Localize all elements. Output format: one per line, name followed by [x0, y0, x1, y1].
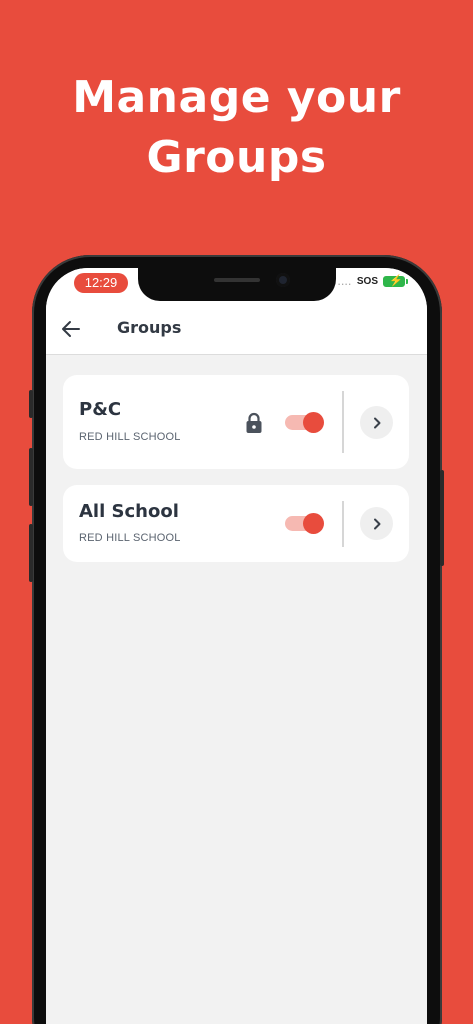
arrow-left-icon: [62, 321, 80, 337]
phone-screen: 12:29 .... SOS ⚡ Groups P&C RED HILL SCH…: [46, 268, 427, 1024]
group-card[interactable]: All School RED HILL SCHOOL: [63, 485, 409, 562]
headline-line-2: Groups: [146, 132, 327, 183]
speaker-grille: [214, 278, 260, 282]
app-bar: Groups: [46, 304, 427, 355]
chevron-right-icon: [373, 417, 380, 428]
headline-line-1: Manage your: [72, 72, 401, 123]
phone-volume-down-button: [29, 524, 33, 582]
front-camera: [276, 273, 290, 287]
battery-charging-icon: ⚡: [383, 275, 408, 287]
group-school: RED HILL SCHOOL: [79, 532, 181, 544]
phone-power-button: [440, 470, 444, 566]
group-enabled-toggle[interactable]: [285, 513, 324, 534]
group-name: All School: [79, 501, 179, 522]
phone-side-button: [29, 390, 33, 418]
group-name: P&C: [79, 399, 122, 420]
promo-headline: Manage your Groups: [0, 68, 473, 188]
group-card[interactable]: P&C RED HILL SCHOOL: [63, 375, 409, 469]
toggle-thumb: [303, 412, 324, 433]
card-divider: [342, 391, 344, 453]
promo-page: Manage your Groups 12:29 .... SOS ⚡ Grou…: [0, 0, 473, 1024]
carrier-label: SOS: [356, 276, 378, 287]
back-button[interactable]: [58, 316, 84, 342]
group-school: RED HILL SCHOOL: [79, 431, 181, 443]
open-group-button[interactable]: [360, 507, 393, 540]
lock-icon: [246, 412, 262, 433]
group-enabled-toggle[interactable]: [285, 412, 324, 433]
open-group-button[interactable]: [360, 406, 393, 439]
toggle-thumb: [303, 513, 324, 534]
phone-volume-up-button: [29, 448, 33, 506]
chevron-right-icon: [373, 518, 380, 529]
status-indicators: .... SOS ⚡: [337, 275, 408, 287]
status-bar: 12:29 .... SOS ⚡: [46, 268, 427, 304]
card-divider: [342, 501, 344, 547]
page-title: Groups: [117, 318, 182, 337]
phone-notch: [138, 268, 336, 301]
signal-icon: ....: [337, 276, 352, 287]
status-time: 12:29: [74, 273, 128, 293]
